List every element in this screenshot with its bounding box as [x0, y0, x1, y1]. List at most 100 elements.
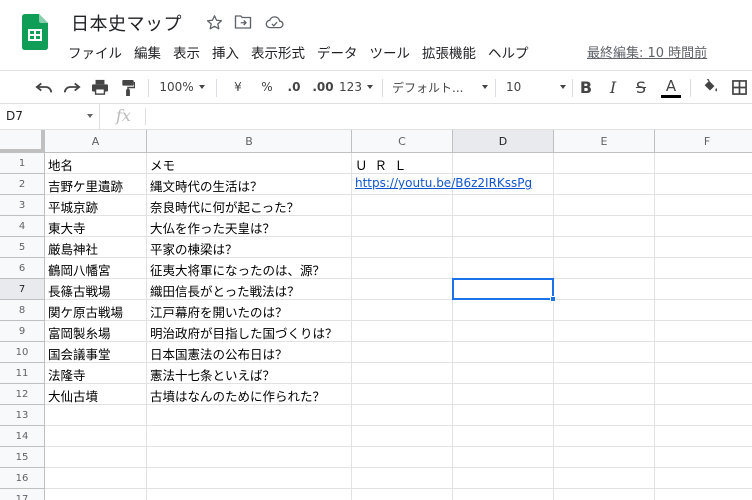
- cell-c9[interactable]: [352, 321, 453, 342]
- cell-f1[interactable]: [655, 153, 752, 174]
- cell-d15[interactable]: [453, 447, 554, 468]
- cell-f2[interactable]: [655, 174, 752, 195]
- cell-d11[interactable]: [453, 363, 554, 384]
- menu-edit[interactable]: 編集: [128, 42, 167, 62]
- cell-e6[interactable]: [554, 258, 655, 279]
- cell-c6[interactable]: [352, 258, 453, 279]
- cell-e3[interactable]: [554, 195, 655, 216]
- percent-format-button[interactable]: %: [256, 71, 278, 103]
- document-title[interactable]: 日本史マップ: [71, 10, 182, 36]
- paint-format-icon[interactable]: [116, 71, 140, 103]
- cell-c14[interactable]: [352, 426, 453, 447]
- cell-f15[interactable]: [655, 447, 752, 468]
- row-header[interactable]: 15: [0, 447, 45, 468]
- column-header-d[interactable]: D: [453, 130, 554, 153]
- sheets-logo-icon[interactable]: [22, 14, 48, 50]
- cell-a11[interactable]: 法隆寺: [45, 363, 147, 384]
- cell-f8[interactable]: [655, 300, 752, 321]
- cell-e2[interactable]: [554, 174, 655, 195]
- cell-f9[interactable]: [655, 321, 752, 342]
- undo-icon[interactable]: [32, 71, 56, 103]
- column-header-c[interactable]: C: [352, 130, 453, 153]
- cell-e12[interactable]: [554, 384, 655, 405]
- row-header[interactable]: 17: [0, 489, 45, 500]
- cell-f6[interactable]: [655, 258, 752, 279]
- cell-e7[interactable]: [554, 279, 655, 300]
- font-family-select[interactable]: デフォルト...: [392, 71, 488, 103]
- cell-a15[interactable]: [45, 447, 147, 468]
- column-header-b[interactable]: B: [147, 130, 352, 153]
- cell-d5[interactable]: [453, 237, 554, 258]
- fill-color-icon[interactable]: [698, 71, 722, 103]
- cell-e1[interactable]: [554, 153, 655, 174]
- cell-c17[interactable]: [352, 489, 453, 500]
- cell-b8[interactable]: 江戸幕府を開いたのは？: [147, 300, 352, 321]
- cell-c15[interactable]: [352, 447, 453, 468]
- cell-d1[interactable]: [453, 153, 554, 174]
- cell-e8[interactable]: [554, 300, 655, 321]
- cell-b17[interactable]: [147, 489, 352, 500]
- cell-e15[interactable]: [554, 447, 655, 468]
- cloud-status-icon[interactable]: [264, 12, 284, 32]
- cell-a4[interactable]: 東大寺: [45, 216, 147, 237]
- column-header-a[interactable]: A: [45, 130, 147, 153]
- row-header[interactable]: 5: [0, 237, 45, 258]
- column-header-e[interactable]: E: [554, 130, 655, 153]
- cell-d9[interactable]: [453, 321, 554, 342]
- more-formats-select[interactable]: 123: [338, 71, 374, 103]
- cell-b11[interactable]: 憲法十七条といえば？: [147, 363, 352, 384]
- menu-data[interactable]: データ: [311, 42, 364, 62]
- cell-b9[interactable]: 明治政府が目指した国づくりは？: [147, 321, 352, 342]
- cell-e11[interactable]: [554, 363, 655, 384]
- currency-format-button[interactable]: ¥: [228, 71, 248, 103]
- cell-e17[interactable]: [554, 489, 655, 500]
- cell-b1[interactable]: メモ: [147, 153, 352, 174]
- last-edit-link[interactable]: 最終編集: 10 時間前: [587, 42, 707, 61]
- cell-c8[interactable]: [352, 300, 453, 321]
- cell-b2[interactable]: 縄文時代の生活は？: [147, 174, 352, 195]
- cell-a12[interactable]: 大仙古墳: [45, 384, 147, 405]
- row-header[interactable]: 14: [0, 426, 45, 447]
- cell-a10[interactable]: 国会議事堂: [45, 342, 147, 363]
- cell-c7[interactable]: [352, 279, 453, 300]
- cell-c12[interactable]: [352, 384, 453, 405]
- row-header[interactable]: 4: [0, 216, 45, 237]
- menu-format[interactable]: 表示形式: [245, 42, 311, 62]
- cell-f3[interactable]: [655, 195, 752, 216]
- font-size-select[interactable]: 10: [506, 71, 566, 103]
- cell-e9[interactable]: [554, 321, 655, 342]
- menu-tools[interactable]: ツール: [364, 42, 417, 62]
- cell-d16[interactable]: [453, 468, 554, 489]
- zoom-select[interactable]: 100%: [156, 71, 208, 103]
- cell-c5[interactable]: [352, 237, 453, 258]
- redo-icon[interactable]: [60, 71, 84, 103]
- menu-view[interactable]: 表示: [167, 42, 206, 62]
- move-folder-icon[interactable]: [233, 12, 253, 32]
- cell-d4[interactable]: [453, 216, 554, 237]
- menu-help[interactable]: ヘルプ: [482, 42, 535, 62]
- cell-e4[interactable]: [554, 216, 655, 237]
- cell-b16[interactable]: [147, 468, 352, 489]
- cell-f7[interactable]: [655, 279, 752, 300]
- cell-d17[interactable]: [453, 489, 554, 500]
- name-box[interactable]: D7: [0, 104, 100, 129]
- cell-a6[interactable]: 鶴岡八幡宮: [45, 258, 147, 279]
- cell-d8[interactable]: [453, 300, 554, 321]
- bold-button[interactable]: B: [576, 71, 596, 103]
- row-header[interactable]: 6: [0, 258, 45, 279]
- cell-d10[interactable]: [453, 342, 554, 363]
- cell-e16[interactable]: [554, 468, 655, 489]
- row-header[interactable]: 13: [0, 405, 45, 426]
- row-header[interactable]: 3: [0, 195, 45, 216]
- cell-a9[interactable]: 富岡製糸場: [45, 321, 147, 342]
- row-header[interactable]: 2: [0, 174, 45, 195]
- cell-c3[interactable]: [352, 195, 453, 216]
- cell-a1[interactable]: 地名: [45, 153, 147, 174]
- cell-b4[interactable]: 大仏を作った天皇は？: [147, 216, 352, 237]
- decrease-decimal-button[interactable]: .0: [282, 71, 306, 103]
- text-color-button[interactable]: A: [660, 71, 682, 103]
- menu-file[interactable]: ファイル: [62, 42, 128, 62]
- cell-f16[interactable]: [655, 468, 752, 489]
- cell-b13[interactable]: [147, 405, 352, 426]
- cell-d3[interactable]: [453, 195, 554, 216]
